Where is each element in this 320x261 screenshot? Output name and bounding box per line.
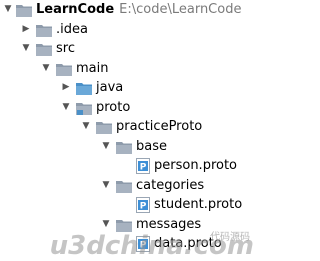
tree-row-main[interactable]: ▼ main [0, 59, 256, 79]
source-folder-icon [76, 102, 92, 115]
proto-file-icon: P [136, 158, 150, 174]
tree-item-label: practiceProto [116, 119, 203, 134]
chevron-down-icon[interactable]: ▼ [100, 137, 112, 157]
folder-icon [36, 44, 52, 56]
project-path: E:\code\LearnCode [119, 2, 242, 17]
tree-item-label: categories [136, 177, 205, 193]
proto-file-icon: P [136, 197, 150, 213]
tree-row-practiceproto[interactable]: ▼ practiceProto [0, 117, 256, 137]
tree-item-label: person.proto [154, 158, 238, 173]
folder-icon [116, 219, 132, 232]
tree-row-student-proto[interactable]: P student.proto [0, 195, 256, 215]
tree-row-learncode[interactable]: ▼ LearnCode E:\code\LearnCode [0, 0, 256, 20]
project-tree: ▼ LearnCode E:\code\LearnCode ▶ .idea ▼ s… [0, 0, 256, 261]
tree-row-person-proto[interactable]: P person.proto [0, 156, 256, 176]
chevron-down-icon[interactable]: ▼ [60, 98, 72, 118]
chevron-right-icon[interactable]: ▶ [20, 20, 32, 40]
tree-item-label: proto [96, 99, 131, 115]
folder-icon [36, 24, 52, 37]
tree-item-label: src [56, 41, 75, 56]
tree-item-label: java [96, 80, 124, 95]
project-name: LearnCode [36, 2, 115, 17]
tree-item-label: student.proto [154, 197, 243, 212]
chevron-down-icon[interactable]: ▼ [2, 0, 14, 20]
tree-row-idea[interactable]: ▶ .idea [0, 20, 256, 40]
tree-row-src[interactable]: ▼ src [0, 39, 256, 59]
project-root-label: LearnCode E:\code\LearnCode [36, 0, 241, 20]
source-folder-icon [76, 83, 92, 95]
tree-row-categories[interactable]: ▼ categories [0, 176, 256, 196]
folder-icon [56, 63, 72, 76]
svg-text:P: P [140, 202, 147, 212]
folder-icon [96, 122, 112, 134]
folder-icon [116, 141, 132, 154]
chevron-down-icon[interactable]: ▼ [40, 59, 52, 79]
chevron-down-icon[interactable]: ▼ [100, 176, 112, 196]
tree-item-label: main [76, 60, 109, 76]
chevron-down-icon[interactable]: ▼ [20, 39, 32, 59]
tree-item-label: base [136, 138, 167, 154]
tree-row-base[interactable]: ▼ base [0, 137, 256, 157]
watermark: u3dchina.com [49, 231, 254, 261]
folder-icon [16, 5, 32, 17]
chevron-right-icon[interactable]: ▶ [60, 78, 72, 98]
svg-text:P: P [140, 163, 147, 173]
folder-icon [116, 180, 132, 193]
chevron-down-icon[interactable]: ▼ [80, 117, 92, 137]
tree-row-proto[interactable]: ▼ proto [0, 98, 256, 118]
tree-row-java[interactable]: ▶ java [0, 78, 256, 98]
tree-item-label: .idea [56, 21, 88, 37]
